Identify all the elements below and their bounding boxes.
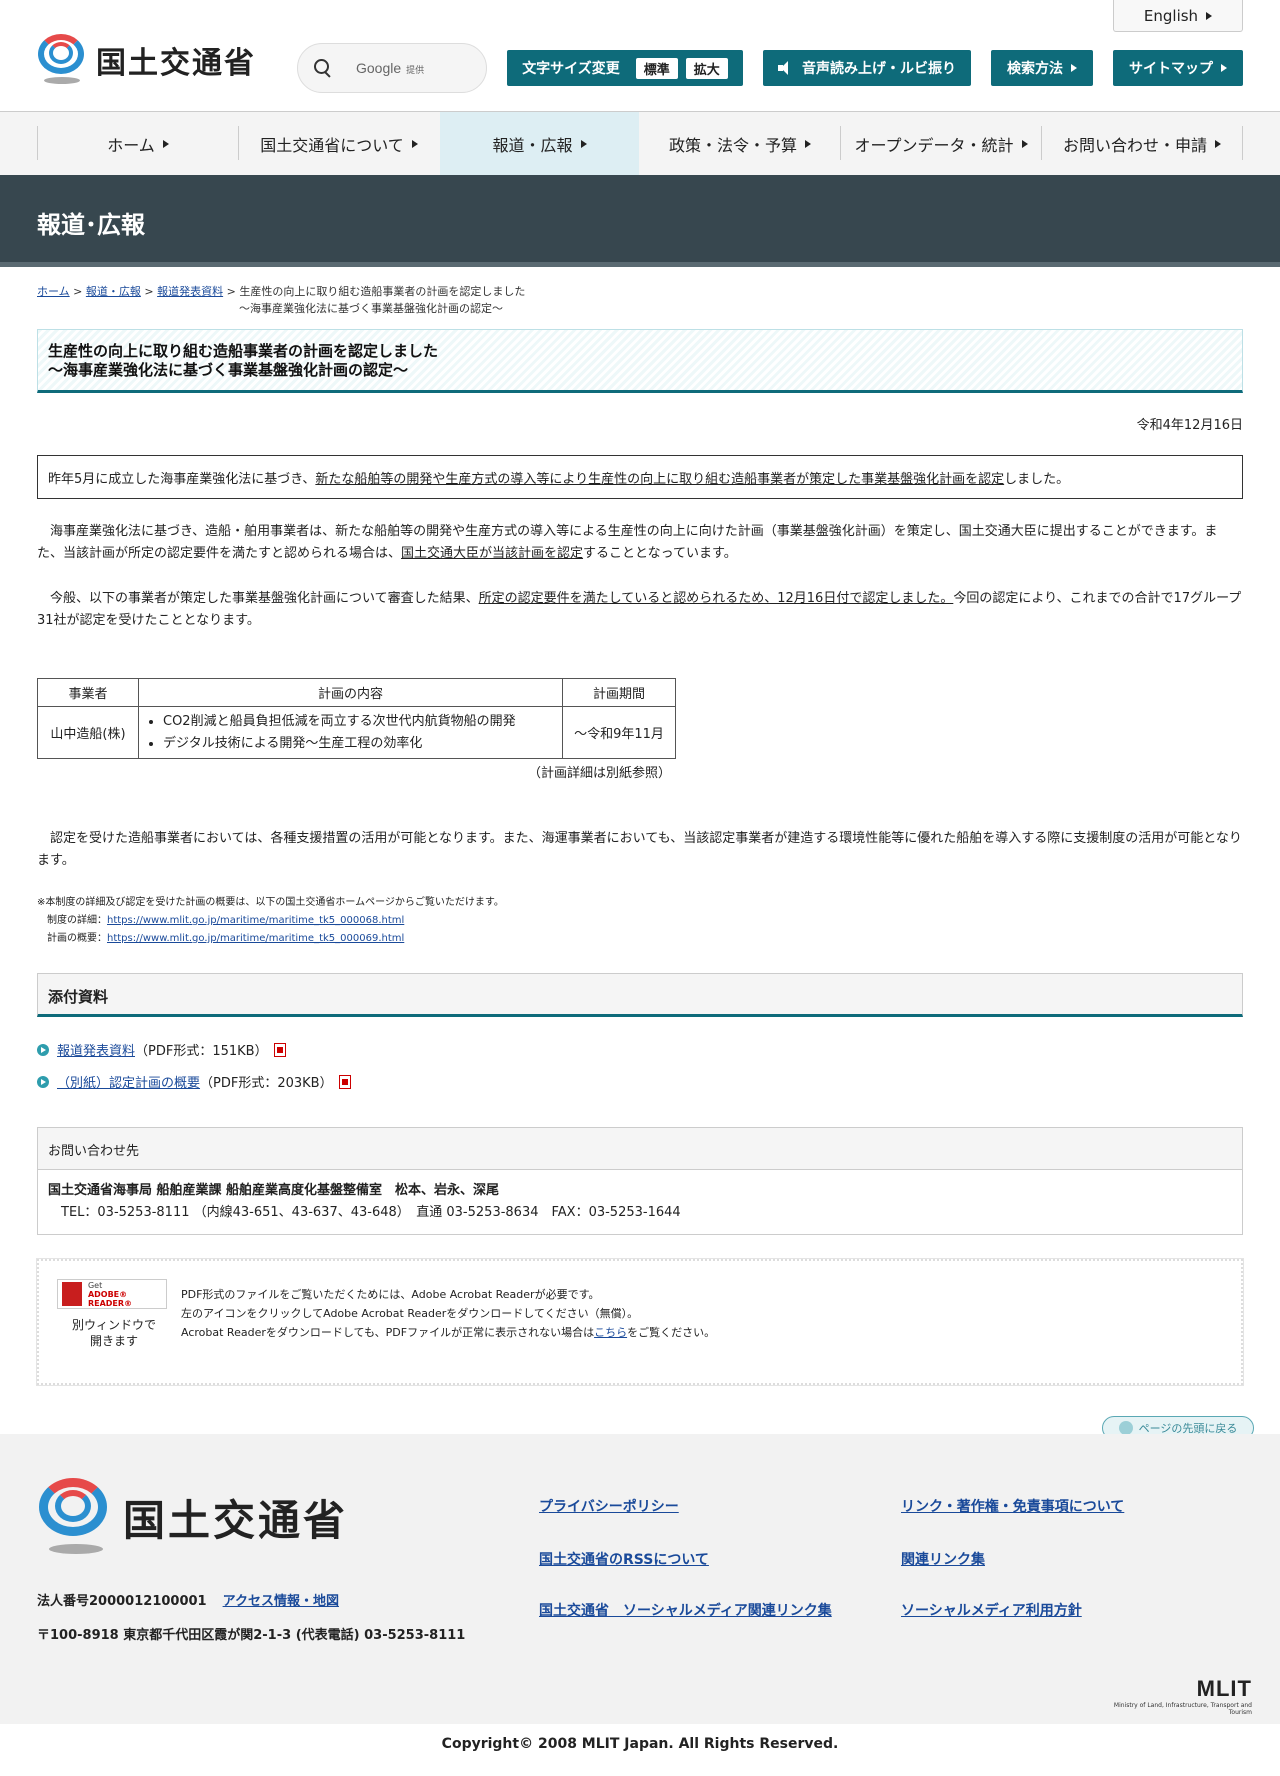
new-window-caption: 別ウィンドウで 開きます (71, 1318, 156, 1348)
list-item: 報道発表資料 （PDF形式：151KB） (37, 1040, 286, 1059)
english-link[interactable]: English (1113, 0, 1243, 32)
mlit-logo-icon (37, 1476, 113, 1558)
bullet-arrow-icon (37, 1043, 49, 1056)
social-links[interactable]: 国土交通省 ソーシャルメディア関連リンク集 (539, 1600, 832, 1620)
section-title: 報道･広報 (37, 211, 145, 239)
table-note: （計画詳細は別紙参照） (528, 766, 672, 781)
social-policy-link[interactable]: ソーシャルメディア利用方針 (901, 1600, 1082, 1620)
arrow-up-icon (1118, 1421, 1133, 1435)
footer-logo[interactable]: 国土交通省 (37, 1476, 348, 1558)
mlit-logo-icon (36, 32, 88, 88)
bullet-arrow-icon (37, 1075, 49, 1088)
font-standard-button[interactable]: 標準 (635, 57, 678, 79)
nav-item-opendata[interactable]: オープンデータ・統計 (841, 112, 1041, 175)
breadcrumb: ホーム > 報道・広報 > 報道発表資料 > 生産性の向上に取り組む造船事業者の… (37, 285, 526, 315)
contents-cell: CO2削減と船員負担低減を両立する次世代内航貨物船の開発 デジタル技術による開発… (138, 706, 563, 759)
logo-text: 国土交通省 (96, 46, 256, 81)
search-input[interactable]: Google 提供 (297, 43, 487, 93)
font-large-button[interactable]: 拡大 (685, 57, 728, 79)
pdf-icon (338, 1074, 351, 1089)
adobe-reader-badge[interactable]: Get ADOBE® READER® (57, 1279, 167, 1309)
summary-box: 昨年5月に成立した海事産業強化法に基づき、新たな船舶等の開発や生産方式の導入等に… (37, 455, 1243, 499)
release-date: 令和4年12月16日 (1136, 418, 1243, 433)
copyright: Copyright© 2008 MLIT Japan. All Rights R… (441, 1736, 839, 1752)
site-logo[interactable]: 国土交通省 (36, 32, 266, 88)
nav-item-contact[interactable]: お問い合わせ・申請 (1042, 112, 1242, 175)
acrobat-box: Get ADOBE® READER® 別ウィンドウで 開きます PDF形式のファイル… (36, 1258, 1244, 1386)
arrow-right-icon (805, 139, 811, 148)
search-method-button[interactable]: 検索方法 (991, 50, 1093, 86)
list-item: デジタル技術による開発～生産工程の効率化 (163, 733, 562, 755)
table-header: 計画の内容 (138, 678, 563, 707)
arrow-right-icon (411, 139, 418, 148)
table-header: 計画期間 (562, 678, 676, 707)
related-links[interactable]: 関連リンク集 (901, 1549, 985, 1569)
detail-link[interactable]: https://www.mlit.go.jp/maritime/maritime… (107, 915, 404, 926)
rss-link[interactable]: 国土交通省のRSSについて (539, 1549, 709, 1569)
table-header: 事業者 (37, 678, 139, 707)
acrobat-text: PDF形式のファイルをご覧いただくためには、Adobe Acrobat Read… (181, 1288, 716, 1339)
corp-number: 法人番号2000012100001 アクセス情報・地図 (37, 1594, 339, 1609)
mlit-badge: MLIT Ministry of Land, Infrastructure, T… (1113, 1676, 1252, 1716)
attachment-link-overview[interactable]: （別紙）認定計画の概要 (57, 1072, 200, 1091)
paragraph-2: 今般、以下の事業者が策定した事業基盤強化計画について審査した結果、所定の認定要件… (37, 591, 1242, 628)
breadcrumb-releases[interactable]: 報道発表資料 (157, 285, 223, 298)
site-footer: 国土交通省 法人番号2000012100001 アクセス情報・地図 〒100-89… (0, 1434, 1280, 1724)
privacy-link[interactable]: プライバシーポリシー (539, 1496, 679, 1516)
table-row: 山中造船(株) CO2削減と船員負担低減を両立する次世代内航貨物船の開発 デジタ… (37, 706, 676, 759)
arrow-right-icon (1221, 64, 1227, 72)
page-title: 生産性の向上に取り組む造船事業者の計画を認定しました ～海事産業強化法に基づく事… (37, 329, 1243, 393)
page-banner: 報道･広報 (0, 175, 1280, 267)
nav-item-press[interactable]: 報道・広報 (440, 112, 639, 175)
title-line-2: ～海事産業強化法に基づく事業基盤強化計画の認定～ (48, 361, 409, 379)
contact-phone: TEL：03-5253-8111 （内線43-651、43-637、43-648… (48, 1205, 681, 1220)
global-nav: ホーム 国土交通省について 報道・広報 政策・法令・予算 オープンデータ・統計 … (0, 112, 1280, 175)
address: 〒100-8918 東京都千代田区霞が関2-1-3 (代表電話) 03-5253… (37, 1628, 466, 1643)
sitemap-button[interactable]: サイトマップ (1113, 50, 1243, 86)
font-size-control: 文字サイズ変更 標準 拡大 (507, 50, 743, 86)
arrow-right-icon (1021, 139, 1028, 148)
title-line-1: 生産性の向上に取り組む造船事業者の計画を認定しました (48, 342, 439, 360)
search-brand: Google 提供 (356, 60, 425, 76)
overview-link[interactable]: https://www.mlit.go.jp/maritime/maritime… (107, 933, 404, 944)
nav-item-about[interactable]: 国土交通省について (239, 112, 439, 175)
attachments-heading: 添付資料 (37, 973, 1243, 1017)
access-link[interactable]: アクセス情報・地図 (223, 1594, 339, 1609)
breadcrumb-home[interactable]: ホーム (37, 285, 70, 298)
attachment-link-press[interactable]: 報道発表資料 (57, 1040, 135, 1059)
breadcrumb-current: 生産性の向上に取り組む造船事業者の計画を認定しました (239, 285, 526, 298)
paragraph-1: 海事産業強化法に基づき、造船・舶用事業者は、新たな船舶等の開発や生産方式の導入等… (37, 524, 1218, 561)
acrobat-help-link[interactable]: こちら (594, 1326, 627, 1339)
site-header: 国土交通省 Google 提供 English 文字サイズ変更 標準 拡大 音声読… (0, 0, 1280, 112)
nav-item-policy[interactable]: 政策・法令・予算 (640, 112, 840, 175)
breadcrumb-current-sub: ～海事産業強化法に基づく事業基盤強化計画の認定～ (239, 302, 503, 315)
arrow-right-icon (162, 139, 169, 148)
adobe-logo-icon (62, 1282, 82, 1306)
arrow-right-icon (1071, 64, 1077, 72)
copyright-link[interactable]: リンク・著作権・免責事項について (901, 1496, 1124, 1516)
period-cell: ～令和9年11月 (562, 706, 676, 759)
arrow-right-icon (1215, 139, 1221, 148)
paragraph-3: 認定を受けた造船事業者においては、各種支援措置の活用が可能となります。また、海運… (37, 831, 1242, 868)
breadcrumb-press[interactable]: 報道・広報 (86, 285, 141, 298)
company-cell: 山中造船(株) (37, 706, 139, 759)
contact-box: お問い合わせ先 国土交通省海事局 船舶産業課 船舶産業高度化基盤整備室 松本、岩… (37, 1127, 1243, 1235)
speaker-icon (778, 61, 794, 75)
arrow-right-icon (580, 139, 587, 148)
list-item: （別紙）認定計画の概要 （PDF形式：203KB） (37, 1072, 351, 1091)
search-icon[interactable] (314, 59, 332, 77)
contact-heading: お問い合わせ先 (38, 1128, 1242, 1170)
plan-table: 事業者 計画の内容 計画期間 山中造船(株) CO2削減と船員負担低減を両立する… (37, 678, 676, 759)
read-aloud-button[interactable]: 音声読み上げ・ルビ振り (763, 50, 971, 86)
list-item: CO2削減と船員負担低減を両立する次世代内航貨物船の開発 (163, 711, 562, 733)
font-size-label: 文字サイズ変更 (522, 61, 620, 77)
pdf-icon (273, 1042, 286, 1057)
nav-item-home[interactable]: ホーム (38, 112, 238, 175)
reference-note: ※本制度の詳細及び認定を受けた計画の概要は、以下の国土交通省ホームページからご覧… (37, 897, 504, 944)
arrow-right-icon (1206, 11, 1213, 20)
contact-dept: 国土交通省海事局 船舶産業課 船舶産業高度化基盤整備室 松本、岩永、深尾 (48, 1183, 500, 1198)
